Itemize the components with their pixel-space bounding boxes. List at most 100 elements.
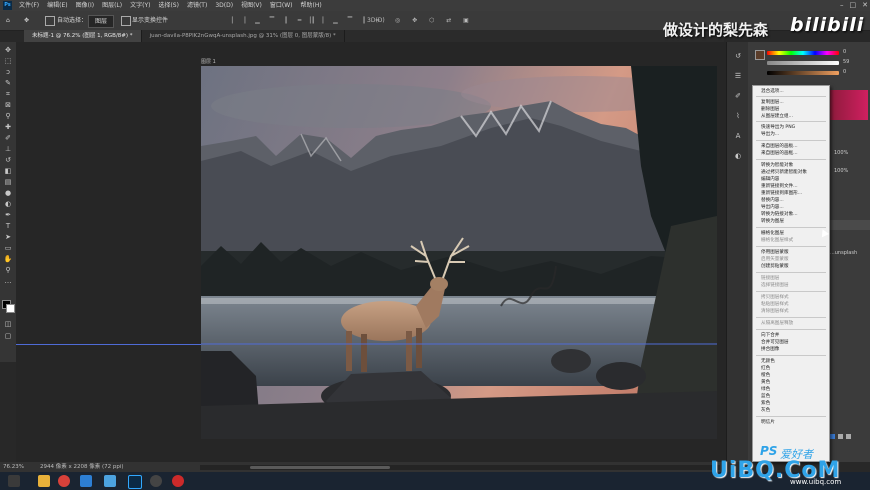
crop-tool-icon[interactable]: ⌗ [3, 90, 13, 98]
menu-item-gray[interactable]: 灰色 [761, 408, 770, 413]
menu-item-disable-layer-mask[interactable]: 停用图层蒙版 [761, 250, 789, 255]
menu-item-export-as[interactable]: 导出为... [761, 132, 779, 137]
menu-item-enable-vector-mask[interactable]: 启用矢量蒙版 [761, 257, 789, 262]
menu-item-merge-visible[interactable]: 合并可见图层 [761, 340, 789, 345]
opacity-value[interactable]: 100% [834, 150, 848, 156]
menu-item-clear-layer-style[interactable]: 清除图层样式 [761, 309, 789, 314]
brightness-slider[interactable] [767, 71, 839, 75]
auto-select-dropdown[interactable]: 图层 [88, 15, 115, 28]
menu-item-replace-contents[interactable]: 替换内容... [761, 198, 784, 203]
mask-icon[interactable] [838, 434, 843, 439]
eraser-tool-icon[interactable]: ◧ [3, 167, 13, 175]
saturation-slider[interactable] [767, 61, 839, 65]
menu-item-blue[interactable]: 蓝色 [761, 394, 770, 399]
fill-value[interactable]: 100% [834, 168, 848, 174]
quick-select-tool-icon[interactable]: ✎ [3, 79, 13, 87]
menu-item-no-color[interactable]: 无颜色 [761, 359, 775, 364]
paths-panel-icon[interactable]: ⌇ [733, 112, 743, 120]
menu-view[interactable]: 视图(V) [237, 0, 266, 11]
menu-edit[interactable]: 编辑(E) [43, 0, 71, 11]
trash-icon[interactable] [846, 434, 851, 439]
rectangle-tool-icon[interactable]: ▭ [3, 244, 13, 252]
glyph-panel-icon[interactable]: A [733, 132, 743, 140]
auto-select-checkbox[interactable] [45, 16, 55, 26]
menu-item-flatten-image[interactable]: 拼合图像 [761, 347, 779, 352]
path-select-icon[interactable]: ➤ [3, 233, 13, 241]
screen-mode-icon[interactable]: ▢ [3, 332, 13, 340]
home-icon[interactable]: ⌂ [6, 15, 10, 26]
tab-untitled-1[interactable]: 未标题-1 @ 76.2% (图层 1, RGB/8#) * [24, 30, 142, 42]
adjustment-icon[interactable]: ◐ [733, 152, 743, 160]
marquee-tool-icon[interactable]: ⬚ [3, 57, 13, 65]
menu-item-relink-to-file[interactable]: 重新链接到文件... [761, 184, 798, 189]
hand-tool-icon[interactable]: ✋ [3, 255, 13, 263]
brush-panel-icon[interactable]: ✐ [733, 92, 743, 100]
close-icon[interactable]: ✕ [862, 0, 868, 11]
menu-item-delete-layer[interactable]: 删除图层 [761, 107, 779, 112]
menu-item-new-smart-object-via-copy[interactable]: 通过拷贝新建智能对象 [761, 170, 807, 175]
tab-juan-davila[interactable]: juan-davila-P8PlK2nGwqA-unsplash.jpg @ 3… [142, 30, 345, 42]
blur-tool-icon[interactable]: ● [3, 189, 13, 197]
menu-window[interactable]: 窗口(W) [266, 0, 297, 11]
horizontal-guide[interactable] [16, 344, 201, 345]
menu-item-postcard[interactable]: 明信片 [761, 420, 775, 425]
3d-mode-icons[interactable]: ◎ ✥ ⬡ ⇄ ▣ [395, 15, 474, 26]
move-tool-icon[interactable]: ✥ [24, 15, 29, 26]
menu-item-edit-contents[interactable]: 编辑内容 [761, 177, 779, 182]
menu-item-export-contents[interactable]: 导出内容... [761, 205, 784, 210]
file-explorer-icon[interactable] [38, 475, 50, 487]
menu-item-blending-options[interactable]: 混合选项... [761, 89, 784, 94]
menu-type[interactable]: 文字(Y) [126, 0, 154, 11]
app-icon-red[interactable] [172, 475, 184, 487]
menu-item-group-from-layers[interactable]: 从图层建立组... [761, 114, 793, 119]
app-icon-gray[interactable] [150, 475, 162, 487]
menu-item-paste-layer-style[interactable]: 粘贴图层样式 [761, 302, 789, 307]
pen-tool-icon[interactable]: ✒ [3, 211, 13, 219]
show-transform-checkbox[interactable] [121, 16, 131, 26]
fx-icon[interactable] [830, 434, 835, 439]
more-tools-icon[interactable]: … [3, 277, 13, 285]
chrome-icon[interactable] [58, 475, 70, 487]
align-icons[interactable]: ▏▕ ▁ ▔ ┃ ━ ┃ [232, 15, 319, 26]
dodge-tool-icon[interactable]: ◐ [3, 200, 13, 208]
menu-item-link-layers[interactable]: 链接图层 [761, 276, 779, 281]
menu-item-artboard-from-layers[interactable]: 来自图层的画板... [761, 144, 798, 149]
lasso-tool-icon[interactable]: ↄ [3, 68, 13, 76]
menu-item-convert-to-linked[interactable]: 转换为链接对象... [761, 212, 798, 217]
menu-item-green[interactable]: 绿色 [761, 387, 770, 392]
properties-panel-icon[interactable]: ☰ [733, 72, 743, 80]
menu-item-convert-to-layers[interactable]: 转换为图层 [761, 219, 784, 224]
menu-item-orange[interactable]: 橙色 [761, 373, 770, 378]
quick-mask-icon[interactable]: ◫ [3, 320, 13, 328]
minimize-icon[interactable]: – [840, 0, 844, 11]
app-icon-lightblue[interactable] [104, 475, 116, 487]
menu-item-frame-from-layers[interactable]: 来自图层的画框... [761, 151, 798, 156]
menu-3d[interactable]: 3D(D) [211, 0, 237, 11]
eyedropper-tool-icon[interactable]: ⚲ [3, 112, 13, 120]
type-tool-icon[interactable]: T [3, 222, 13, 230]
maximize-icon[interactable]: □ [850, 0, 857, 11]
menu-item-copy-layer-style[interactable]: 拷贝图层样式 [761, 295, 789, 300]
menu-item-red[interactable]: 红色 [761, 366, 770, 371]
menu-help[interactable]: 帮助(H) [297, 0, 326, 11]
menu-item-rasterize-layer-style[interactable]: 栅格化图层样式 [761, 238, 793, 243]
scrollbar-thumb[interactable] [250, 466, 390, 469]
frame-tool-icon[interactable]: ⊠ [3, 101, 13, 109]
menu-item-quick-export-png[interactable]: 快速导出为 PNG [761, 125, 795, 130]
gradient-tool-icon[interactable]: ▤ [3, 178, 13, 186]
menu-file[interactable]: 文件(F) [15, 0, 43, 11]
menu-item-merge-down[interactable]: 向下合并 [761, 333, 779, 338]
hue-slider[interactable] [767, 51, 839, 55]
menu-select[interactable]: 选择(S) [154, 0, 183, 11]
app-icon-blue[interactable] [80, 475, 92, 487]
background-color-swatch[interactable] [6, 304, 15, 313]
start-icon[interactable] [8, 475, 20, 487]
menu-item-violet[interactable]: 紫色 [761, 401, 770, 406]
photoshop-taskbar-icon[interactable] [128, 475, 142, 489]
fg-color-chip[interactable] [755, 50, 765, 60]
menu-item-yellow[interactable]: 黄色 [761, 380, 770, 385]
menu-item-relink-to-library[interactable]: 重新链接到库图形... [761, 191, 802, 196]
menu-layer[interactable]: 图层(L) [98, 0, 126, 11]
clone-stamp-icon[interactable]: ⊥ [3, 145, 13, 153]
menu-filter[interactable]: 滤镜(T) [183, 0, 211, 11]
